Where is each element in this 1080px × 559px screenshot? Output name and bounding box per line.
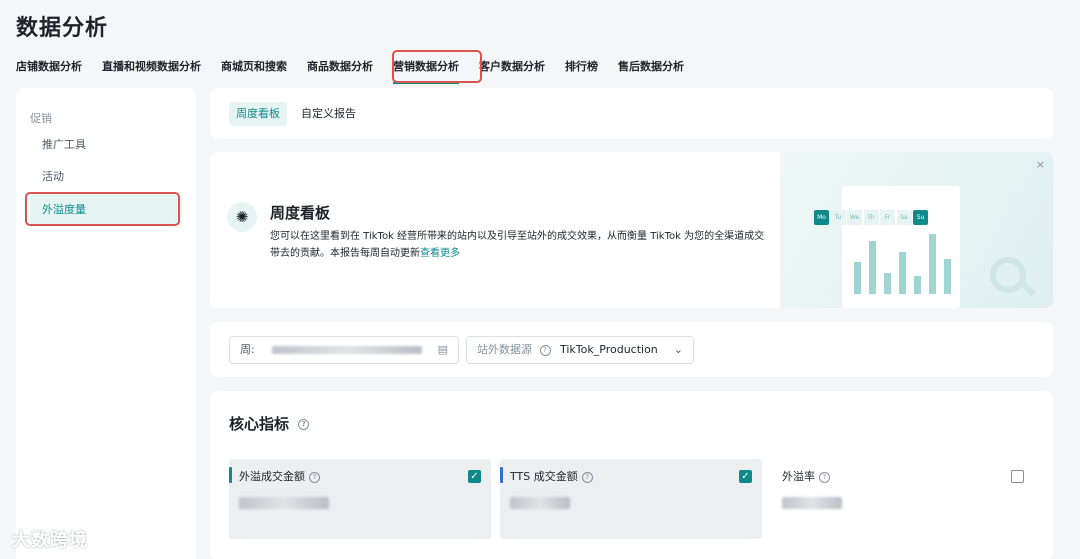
metric-checkbox[interactable]: ✓ [739, 470, 752, 483]
banner-illustration: Mo Tu We Th Fr Sa Su [780, 152, 1053, 308]
tab-after-sales-analysis[interactable]: 售后数据分析 [618, 56, 684, 80]
week-value-redacted [272, 346, 423, 354]
tab-marketing-analysis[interactable]: 营销数据分析 [393, 56, 459, 84]
sidebar-item-campaigns[interactable]: 活动 [30, 162, 182, 192]
metric-label-text: 外溢率 [782, 470, 815, 483]
metric-label: 外溢成交金额? [238, 468, 320, 484]
page-title: 数据分析 [16, 16, 109, 41]
help-icon[interactable]: ? [581, 471, 593, 483]
magnifier-handle [1020, 281, 1036, 297]
illustration-bar [869, 241, 876, 294]
core-metrics-title: 核心指标 ? [229, 413, 310, 434]
illustration-bar [854, 262, 861, 294]
close-icon[interactable]: × [1036, 158, 1045, 171]
metric-label: TTS 成交金额? [509, 468, 593, 484]
watermark-logo: 大数跨境 [12, 530, 88, 551]
core-metrics-title-text: 核心指标 [229, 415, 290, 433]
tab-rankings[interactable]: 排行榜 [565, 56, 598, 80]
illustration-bar [929, 234, 936, 294]
tab-weekly-dashboard[interactable]: 周度看板 [229, 102, 287, 126]
illustration-bar [884, 273, 891, 294]
source-label: 站外数据源 [477, 343, 532, 356]
metric-card-spillover-gmv[interactable]: 外溢成交金额? ✓ [229, 459, 491, 539]
metric-accent [500, 467, 503, 483]
metric-checkbox[interactable]: ✓ [468, 470, 481, 483]
help-icon[interactable]: ? [819, 471, 830, 483]
weekday-chip: Mo [814, 210, 829, 225]
learn-more-link[interactable]: 查看更多 [420, 248, 460, 259]
illustration-bar [899, 252, 906, 294]
metric-label-text: TTS 成交金额 [510, 470, 578, 483]
tab-live-video-analysis[interactable]: 直播和视频数据分析 [102, 56, 201, 80]
sidebar-item-spillover-measurement[interactable]: 外溢度量 [30, 195, 182, 225]
filter-bar: 周: ▤ 站外数据源 ? TikTok_Production ⌄ [210, 322, 1053, 377]
weekday-chip: Th [863, 210, 879, 225]
metric-value-redacted [782, 497, 842, 509]
bulb-icon: ✺ [227, 202, 257, 232]
help-icon[interactable]: ? [539, 344, 551, 356]
chevron-down-icon: ⌄ [673, 343, 683, 356]
banner-description: 您可以在这里看到在 TikTok 经营所带来的站内以及引导至站外的成交效果，从而… [270, 228, 770, 262]
report-tabs: 周度看板 自定义报告 [210, 88, 1053, 139]
tab-custom-report[interactable]: 自定义报告 [294, 102, 363, 126]
help-icon[interactable]: ? [298, 419, 310, 430]
tab-mall-search[interactable]: 商城页和搜索 [221, 56, 287, 80]
illustration-bar [914, 276, 921, 294]
sidebar-section-promotion: 促销 [30, 112, 52, 125]
weekday-chip: Fr [880, 210, 895, 225]
illustration-bar [944, 259, 951, 294]
tab-store-analysis[interactable]: 店铺数据分析 [16, 56, 82, 80]
metric-checkbox[interactable] [1011, 470, 1024, 483]
metric-value-redacted [239, 497, 329, 509]
sidebar-item-promotion-tools[interactable]: 推广工具 [30, 130, 182, 160]
metric-card-spillover-rate[interactable]: 外溢率? [772, 459, 1034, 539]
weekday-chip: Tu [830, 210, 846, 225]
source-value: TikTok_Production [560, 343, 658, 356]
weekday-chip: Sa [896, 210, 912, 225]
magnifier-icon [990, 257, 1026, 293]
sidebar: 促销 推广工具 活动 外溢度量 [16, 88, 196, 559]
metric-accent [229, 467, 232, 483]
weekday-chip: We [847, 210, 862, 225]
weekday-chip: Su [913, 210, 928, 225]
core-metrics: 核心指标 ? 外溢成交金额? ✓ TTS 成交金额? ✓ 外溢率? [210, 391, 1053, 559]
help-icon[interactable]: ? [309, 471, 320, 483]
metric-card-tts-gmv[interactable]: TTS 成交金额? ✓ [500, 459, 762, 539]
offsite-source-select[interactable]: 站外数据源 ? TikTok_Production ⌄ [466, 336, 694, 364]
weekly-dashboard-banner: ✺ 周度看板 您可以在这里看到在 TikTok 经营所带来的站内以及引导至站外的… [210, 152, 1053, 308]
tab-product-analysis[interactable]: 商品数据分析 [307, 56, 373, 80]
calendar-icon[interactable]: ▤ [438, 337, 448, 363]
metric-label: 外溢率? [781, 468, 830, 484]
banner-description-text: 您可以在这里看到在 TikTok 经营所带来的站内以及引导至站外的成交效果，从而… [270, 231, 765, 259]
top-nav: 店铺数据分析 直播和视频数据分析 商城页和搜索 商品数据分析 营销数据分析 客户… [16, 56, 704, 84]
banner-title: 周度看板 [270, 204, 331, 222]
week-picker[interactable]: 周: ▤ [229, 336, 459, 364]
tab-customer-analysis[interactable]: 客户数据分析 [479, 56, 545, 80]
metric-label-text: 外溢成交金额 [239, 470, 305, 483]
week-label: 周: [240, 343, 255, 356]
metric-value-redacted [510, 497, 570, 509]
